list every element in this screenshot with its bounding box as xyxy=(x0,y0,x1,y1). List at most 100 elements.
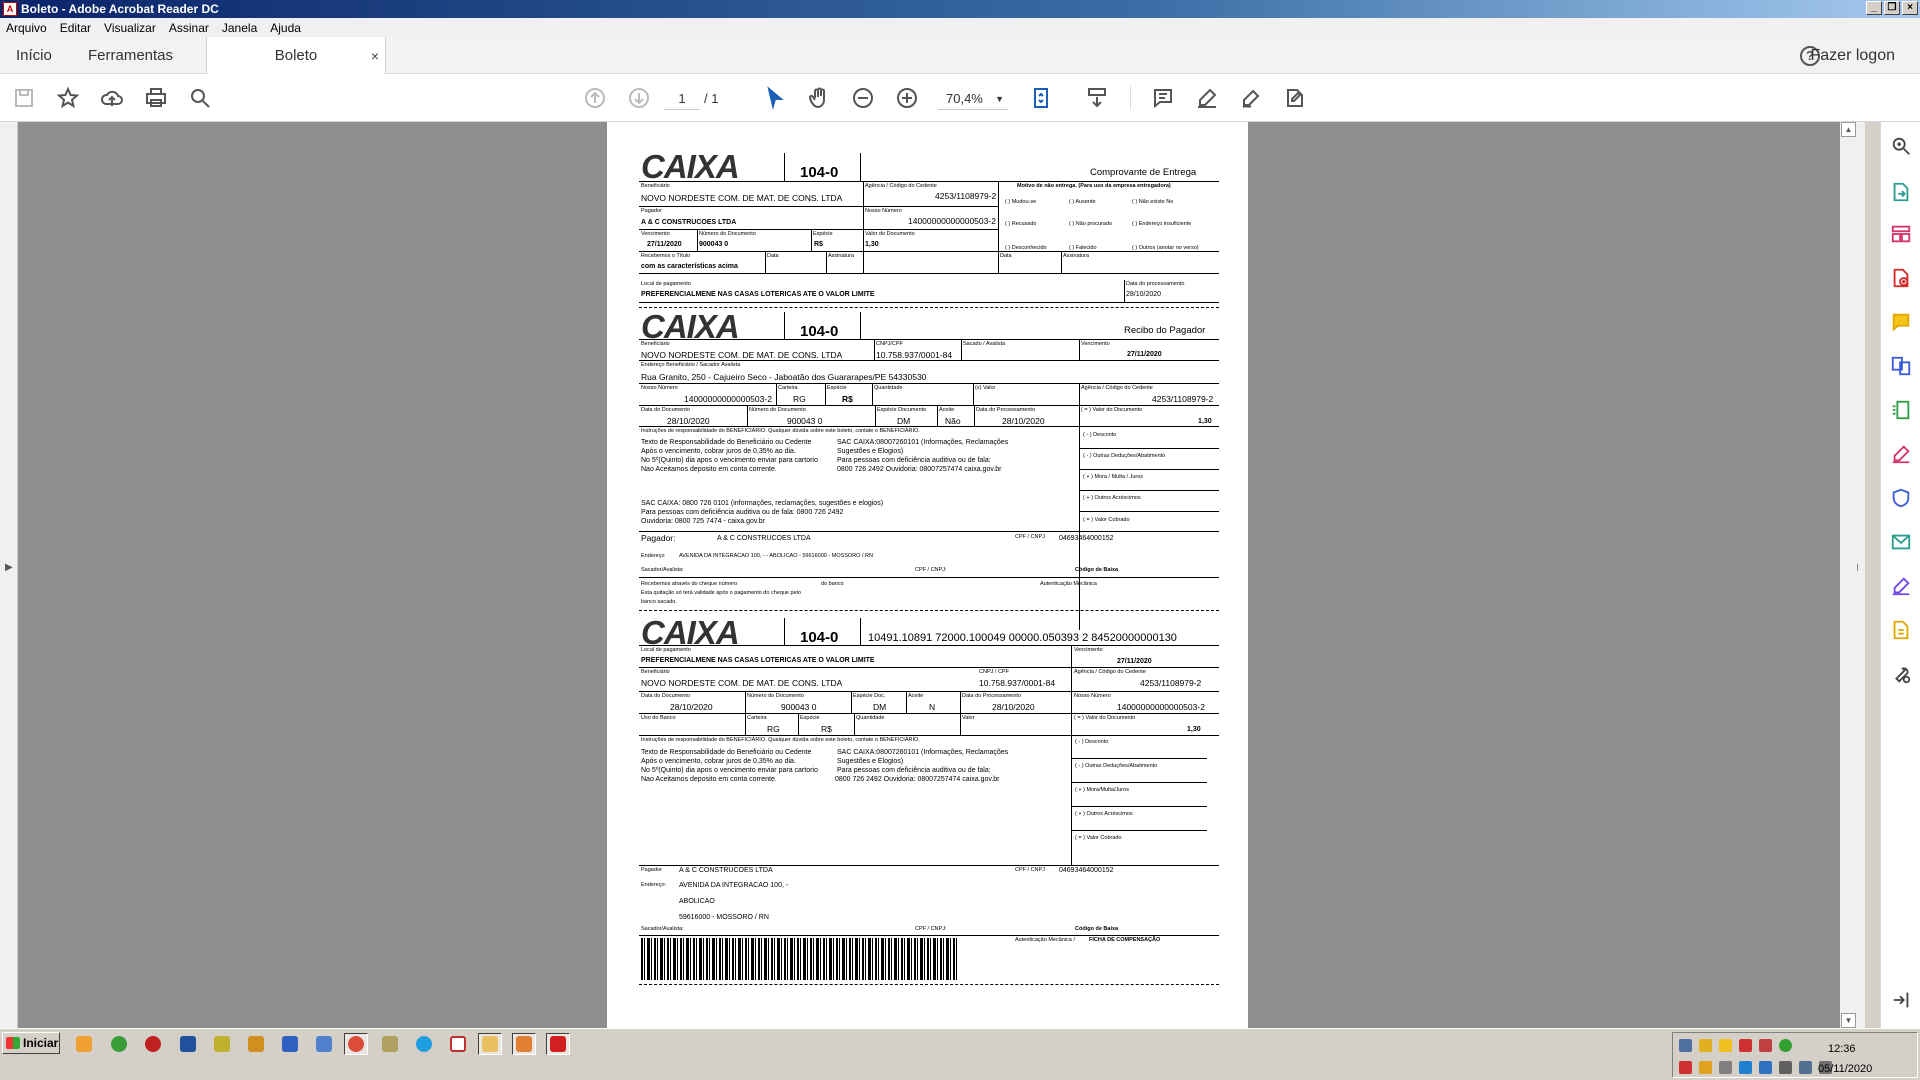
zoom-select[interactable]: 70,4% ▼ xyxy=(938,88,1008,110)
archive-icon[interactable] xyxy=(378,1033,402,1055)
comment-tool-icon[interactable] xyxy=(1889,310,1913,334)
tray-icon[interactable] xyxy=(1699,1039,1712,1052)
sac-line: Para pessoas com deficiência auditiva ou… xyxy=(837,457,991,464)
tab-close-icon[interactable]: × xyxy=(371,48,379,64)
restore-button[interactable]: ❐ xyxy=(1884,1,1900,15)
menu-visualizar[interactable]: Visualizar xyxy=(98,21,163,35)
fit-page-icon[interactable] xyxy=(1028,84,1056,112)
chrome-window-icon[interactable] xyxy=(344,1033,368,1055)
tray-icon[interactable] xyxy=(1679,1039,1692,1052)
menu-ajuda[interactable]: Ajuda xyxy=(264,21,308,35)
measure-icon[interactable] xyxy=(1889,618,1913,642)
linha-digitavel: 10491.10891 72000.100049 00000.050393 2 … xyxy=(868,632,1177,644)
data-documento-value: 28/10/2020 xyxy=(670,702,713,712)
tray-icon[interactable] xyxy=(1779,1061,1792,1074)
highlight-pen-icon[interactable] xyxy=(1193,84,1221,112)
local-pagamento-value: PREFERENCIALMENE NAS CASAS LOTERICAS ATE… xyxy=(641,657,875,664)
folder-icon[interactable] xyxy=(244,1033,268,1055)
send-for-review-icon[interactable] xyxy=(1889,530,1913,554)
tab-tools[interactable]: Ferramentas xyxy=(88,37,173,74)
tray-icon[interactable] xyxy=(1719,1039,1732,1052)
tray-icon[interactable] xyxy=(1739,1039,1752,1052)
motivo-option: ( ) Não procurado xyxy=(1069,221,1113,227)
select-cursor-icon[interactable] xyxy=(761,84,789,112)
zoom-out-icon[interactable] xyxy=(849,84,877,112)
network-tray-icon[interactable] xyxy=(1799,1061,1812,1074)
bookmark-star-icon[interactable] xyxy=(54,84,82,112)
search-zoom-icon[interactable] xyxy=(186,84,214,112)
fill-and-sign-icon[interactable] xyxy=(1889,442,1913,466)
tools-icon[interactable] xyxy=(210,1033,234,1055)
protect-shield-icon[interactable] xyxy=(1889,486,1913,510)
tray-icon[interactable] xyxy=(1759,1039,1772,1052)
label: Número do Documento xyxy=(747,693,804,699)
create-pdf-icon[interactable] xyxy=(1889,266,1913,290)
vc-app-icon[interactable] xyxy=(446,1033,470,1055)
left-panel-toggle[interactable]: ▶ xyxy=(0,122,18,1028)
export-pdf-icon[interactable] xyxy=(1889,180,1913,204)
close-button[interactable]: × xyxy=(1902,1,1918,15)
certificates-icon[interactable] xyxy=(1889,574,1913,598)
chrome-icon[interactable] xyxy=(107,1033,131,1055)
tray-icon[interactable] xyxy=(1679,1061,1692,1074)
menu-editar[interactable]: Editar xyxy=(54,21,98,35)
start-button[interactable]: Iniciar xyxy=(2,1032,60,1054)
tray-icon[interactable] xyxy=(1759,1061,1772,1074)
monitor-icon[interactable] xyxy=(278,1033,302,1055)
label: Código de Baixa xyxy=(1075,926,1119,932)
media-player-icon[interactable] xyxy=(72,1033,96,1055)
menu-arquivo[interactable]: Arquivo xyxy=(0,21,54,35)
compress-pdf-icon[interactable] xyxy=(1889,398,1913,422)
previous-page-icon[interactable] xyxy=(581,84,609,112)
acrobat-window-icon[interactable] xyxy=(546,1033,570,1055)
search-tool-icon[interactable] xyxy=(1889,134,1913,158)
label: Uso do Banco xyxy=(641,715,676,721)
app-window-icon[interactable] xyxy=(512,1033,536,1055)
zoom-in-icon[interactable] xyxy=(893,84,921,112)
clock-time[interactable]: 12:36 xyxy=(1828,1043,1856,1055)
combine-files-icon[interactable] xyxy=(1889,354,1913,378)
scroll-up-icon[interactable]: ▲ xyxy=(1841,122,1856,137)
print-icon[interactable] xyxy=(142,84,170,112)
tab-home[interactable]: Início xyxy=(16,37,52,74)
tab-bar: Início Ferramentas Boleto × ? Fazer logo… xyxy=(0,37,1920,74)
organize-pages-icon[interactable] xyxy=(1889,222,1913,246)
label: Assinatura xyxy=(828,253,854,259)
label: Espécie xyxy=(800,715,820,721)
sign-pen-icon[interactable] xyxy=(1237,84,1265,112)
volume-icon[interactable] xyxy=(1719,1061,1732,1074)
collapse-panel-icon[interactable] xyxy=(1889,988,1913,1012)
explorer-window-icon[interactable] xyxy=(478,1033,502,1055)
tray-icon[interactable] xyxy=(1779,1039,1792,1052)
instrucao-line: No 5º(Quinto) dia apos o vencimento envi… xyxy=(641,457,818,464)
sac-line: Para pessoas com deficiência auditiva ou… xyxy=(837,767,991,774)
scroll-mode-icon[interactable] xyxy=(1083,84,1111,112)
hand-tool-icon[interactable] xyxy=(805,84,833,112)
tray-icon[interactable] xyxy=(1699,1061,1712,1074)
label: Data do Processamento xyxy=(962,693,1022,699)
vertical-scrollbar[interactable]: ▲ ▼ xyxy=(1840,122,1857,1028)
vencimento-value: 27/11/2020 xyxy=(647,241,682,248)
menu-assinar[interactable]: Assinar xyxy=(163,21,216,35)
network-icon[interactable] xyxy=(176,1033,200,1055)
skype-icon[interactable] xyxy=(412,1033,436,1055)
label: Recebemos através do cheque número xyxy=(641,581,738,587)
especie-value: R$ xyxy=(821,724,832,734)
save-icon[interactable] xyxy=(10,84,38,112)
minimize-button[interactable]: _ xyxy=(1866,1,1882,15)
clock-date[interactable]: 05/11/2020 xyxy=(1818,1063,1872,1075)
next-page-icon[interactable] xyxy=(625,84,653,112)
menu-janela[interactable]: Janela xyxy=(216,21,264,35)
sign-in-button[interactable]: Fazer logon xyxy=(1811,47,1896,65)
label: ( + ) Mora / Multa / Juros xyxy=(1083,474,1144,480)
antivirus-icon[interactable] xyxy=(141,1033,165,1055)
feather-icon[interactable] xyxy=(312,1033,336,1055)
scroll-down-icon[interactable]: ▼ xyxy=(1841,1013,1856,1028)
upload-cloud-icon[interactable] xyxy=(98,84,126,112)
more-tools-icon[interactable] xyxy=(1889,662,1913,686)
page-number-input[interactable]: 1 xyxy=(664,88,700,110)
fill-sign-icon[interactable] xyxy=(1281,84,1309,112)
tab-document[interactable]: Boleto × xyxy=(206,37,386,74)
comment-icon[interactable] xyxy=(1149,84,1177,112)
tray-icon[interactable] xyxy=(1739,1061,1752,1074)
